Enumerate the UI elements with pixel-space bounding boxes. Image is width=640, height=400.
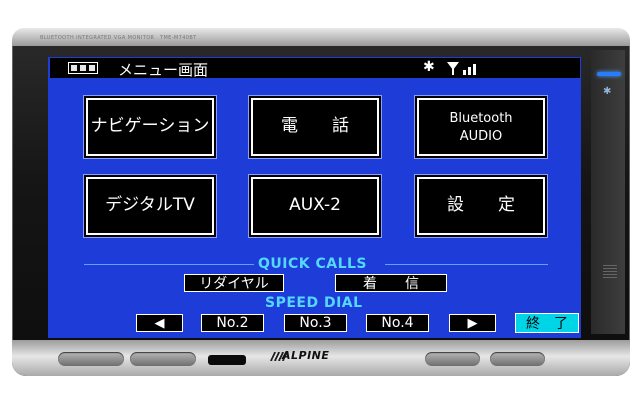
incoming-calls-label: 着 信 [363,276,419,292]
aux2-button[interactable]: AUX-2 [251,177,379,235]
left-triangle-icon: ◀ [154,315,165,331]
digital-tv-button[interactable]: デジタルTV [86,177,214,235]
power-led [597,72,621,76]
right-triangle-icon: ▶ [467,315,478,331]
settings-label: 設 定 [447,195,515,216]
model-text: BLUETOOTH INTEGRATED VGA MONITOR [40,35,155,41]
divider-left [84,264,254,265]
bluetooth-audio-line1: Bluetooth [449,111,513,127]
speed-dial-3-label: No.3 [299,315,332,331]
side-vent [603,265,617,279]
brand-logo: ALPINE [282,349,330,362]
hardware-button-right-2[interactable] [490,352,545,366]
settings-button[interactable]: 設 定 [417,177,545,235]
model-number: TME-M740BT [160,35,197,41]
navigation-button[interactable]: ナビゲーション [86,98,214,156]
speed-dial-2-button[interactable]: No.2 [201,314,264,332]
menu-grid-icon [68,62,98,74]
signal-icon [447,62,476,75]
speed-dial-prev-button[interactable]: ◀ [136,314,183,332]
navigation-label: ナビゲーション [90,116,210,137]
aux2-label: AUX-2 [289,195,341,216]
bluetooth-audio-button[interactable]: Bluetooth AUDIO [417,98,545,156]
incoming-calls-button[interactable]: 着 信 [335,274,447,292]
speed-dial-4-label: No.4 [381,315,414,331]
quick-calls-label: QUICK CALLS [258,256,368,272]
bluetooth-icon: ✱ [603,86,612,97]
divider-right [385,264,548,265]
card-slot [208,355,246,365]
page-title: メニュー画面 [118,61,209,79]
speed-dial-3-button[interactable]: No.3 [284,314,347,332]
digital-tv-label: デジタルTV [105,195,195,216]
bluetooth-audio-label: Bluetooth AUDIO [449,109,512,145]
exit-label: 終 了 [526,316,568,332]
speed-dial-next-button[interactable]: ▶ [449,314,496,332]
hardware-button-right[interactable] [425,352,480,366]
hardware-button-left-2[interactable] [130,352,196,366]
exit-button[interactable]: 終 了 [515,313,579,333]
phone-button[interactable]: 電 話 [251,98,379,156]
redial-button[interactable]: リダイヤル [184,274,284,292]
bluetooth-audio-line2: AUDIO [459,129,503,144]
speed-dial-4-button[interactable]: No.4 [366,314,429,332]
phone-label: 電 話 [281,116,349,137]
hardware-button-left[interactable] [58,352,124,366]
speed-dial-label: SPEED DIAL [265,295,363,311]
redial-label: リダイヤル [199,276,269,292]
bluetooth-icon: ✱ [423,59,435,75]
speed-dial-2-label: No.2 [216,315,249,331]
